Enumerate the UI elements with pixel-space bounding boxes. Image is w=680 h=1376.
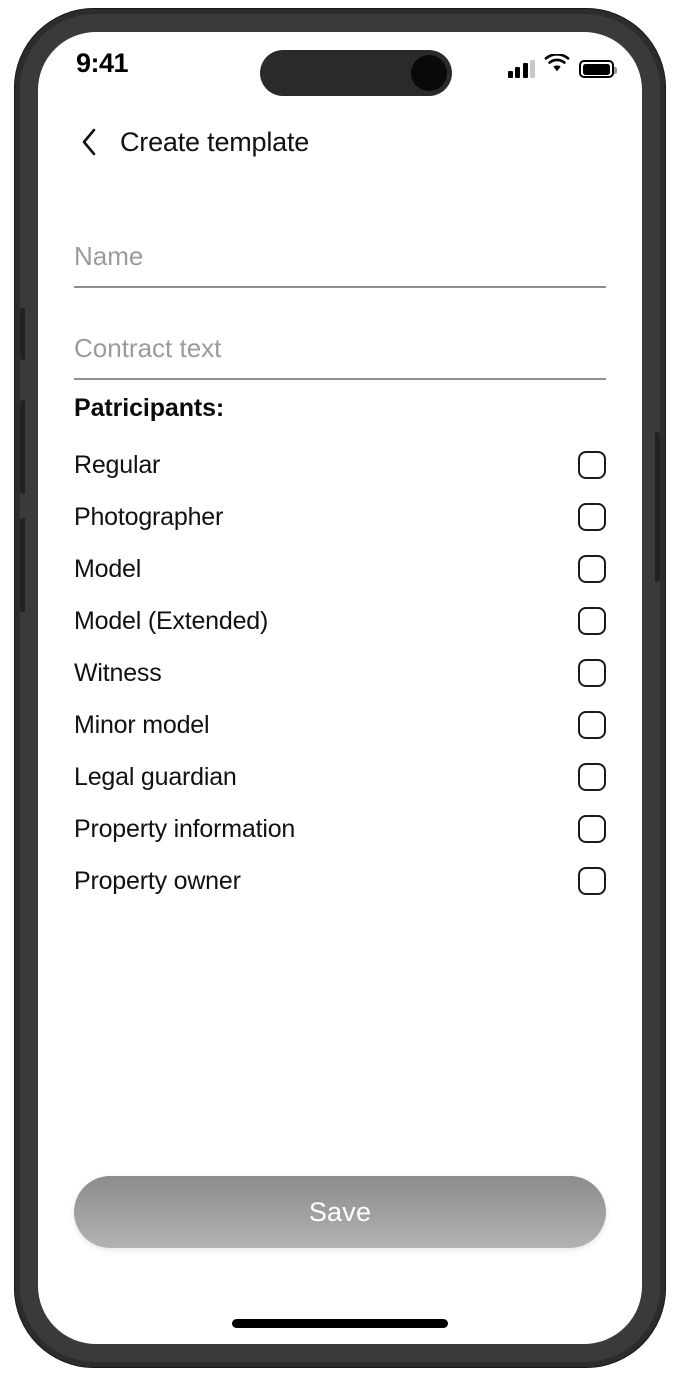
participant-row-regular[interactable]: Regular	[74, 439, 606, 491]
participant-row-legal-guardian[interactable]: Legal guardian	[74, 751, 606, 803]
front-camera-icon	[411, 55, 447, 91]
phone-screen: 9:41 Create template Name Contract text …	[38, 32, 642, 1344]
participants-section: Patricipants: Regular Photographer Model…	[74, 394, 606, 907]
name-field-wrapper	[74, 210, 606, 288]
participant-label: Model	[74, 554, 142, 583]
battery-icon	[579, 60, 617, 78]
participant-row-model-extended[interactable]: Model (Extended)	[74, 595, 606, 647]
participant-label: Regular	[74, 450, 161, 479]
participant-label: Minor model	[74, 710, 210, 739]
save-button[interactable]: Save	[74, 1176, 606, 1248]
back-button[interactable]	[62, 115, 116, 169]
participant-label: Legal guardian	[74, 762, 237, 791]
wifi-icon	[544, 53, 570, 78]
participant-checkbox-witness[interactable]	[578, 659, 606, 687]
contract-text-field-wrapper	[74, 302, 606, 380]
participant-checkbox-property-owner[interactable]	[578, 867, 606, 895]
power-button[interactable]	[655, 432, 660, 582]
volume-down-button[interactable]	[20, 518, 25, 612]
home-indicator[interactable]	[232, 1319, 448, 1328]
page-title: Create template	[120, 126, 310, 157]
participant-row-minor-model[interactable]: Minor model	[74, 699, 606, 751]
participant-row-property-owner[interactable]: Property owner	[74, 855, 606, 907]
chevron-left-icon	[80, 127, 98, 157]
contract-text-input[interactable]	[74, 333, 606, 364]
device-frame: 9:41 Create template Name Contract text …	[14, 8, 666, 1368]
participant-label: Photographer	[74, 502, 224, 531]
dynamic-island	[260, 50, 452, 96]
name-input[interactable]	[74, 241, 606, 272]
status-bar-icons	[507, 52, 617, 78]
participant-label: Model (Extended)	[74, 606, 269, 635]
participant-row-photographer[interactable]: Photographer	[74, 491, 606, 543]
status-bar-time: 9:41	[76, 48, 129, 78]
template-form	[74, 210, 606, 380]
participant-checkbox-photographer[interactable]	[578, 503, 606, 531]
participant-checkbox-legal-guardian[interactable]	[578, 763, 606, 791]
participant-checkbox-property-information[interactable]	[578, 815, 606, 843]
participant-label: Witness	[74, 658, 162, 687]
participants-heading: Patricipants:	[74, 394, 225, 422]
participant-checkbox-model-extended[interactable]	[578, 607, 606, 635]
participant-checkbox-minor-model[interactable]	[578, 711, 606, 739]
navigation-bar: Create template	[38, 114, 642, 170]
participant-label: Property owner	[74, 866, 241, 895]
participant-label: Property information	[74, 814, 296, 843]
status-bar: 9:41	[38, 32, 642, 96]
participant-checkbox-model[interactable]	[578, 555, 606, 583]
signal-bars-icon	[507, 60, 535, 78]
participant-row-model[interactable]: Model	[74, 543, 606, 595]
participant-row-property-information[interactable]: Property information	[74, 803, 606, 855]
participant-checkbox-regular[interactable]	[578, 451, 606, 479]
participant-row-witness[interactable]: Witness	[74, 647, 606, 699]
silent-switch-button[interactable]	[20, 308, 25, 360]
volume-up-button[interactable]	[20, 400, 25, 494]
